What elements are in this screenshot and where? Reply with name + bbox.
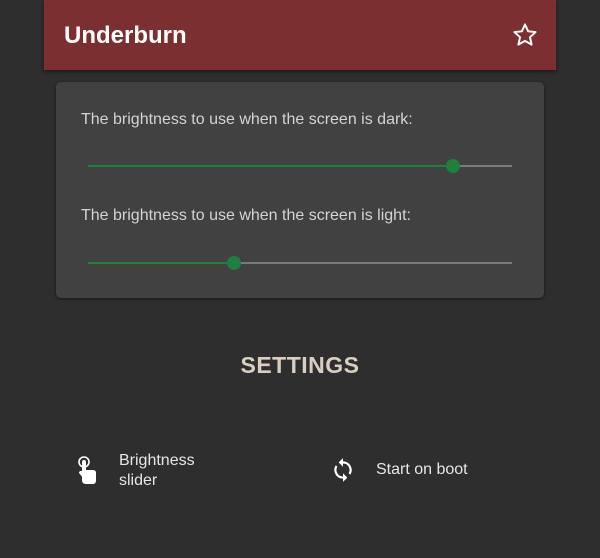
slider-fill xyxy=(88,262,235,264)
settings-heading: SETTINGS xyxy=(240,352,360,378)
brightness-slider-label: Brightness slider xyxy=(119,451,195,491)
dark-brightness-label: The brightness to use when the screen is… xyxy=(81,111,413,128)
app-title: Underburn xyxy=(64,22,187,49)
touch-hand-icon xyxy=(74,456,100,486)
brightness-slider-label-line2: slider xyxy=(119,472,158,489)
start-on-boot-button[interactable]: Start on boot xyxy=(330,455,468,485)
app-bar: Underburn xyxy=(44,0,556,70)
favorite-button[interactable] xyxy=(512,22,538,48)
app-screen: Underburn The brightness to use when the… xyxy=(0,0,600,558)
slider-thumb[interactable] xyxy=(227,256,242,270)
light-brightness-label: The brightness to use when the screen is… xyxy=(81,207,411,224)
light-brightness-slider[interactable] xyxy=(88,256,512,270)
sync-icon xyxy=(330,455,356,485)
dark-brightness-slider[interactable] xyxy=(88,159,512,173)
brightness-slider-button[interactable]: Brightness slider xyxy=(74,451,195,491)
slider-fill xyxy=(88,165,453,167)
brightness-card: The brightness to use when the screen is… xyxy=(56,82,544,298)
start-on-boot-label: Start on boot xyxy=(376,461,468,478)
slider-thumb[interactable] xyxy=(445,159,460,173)
brightness-slider-label-line1: Brightness xyxy=(119,452,195,469)
star-outline-icon xyxy=(513,23,537,46)
